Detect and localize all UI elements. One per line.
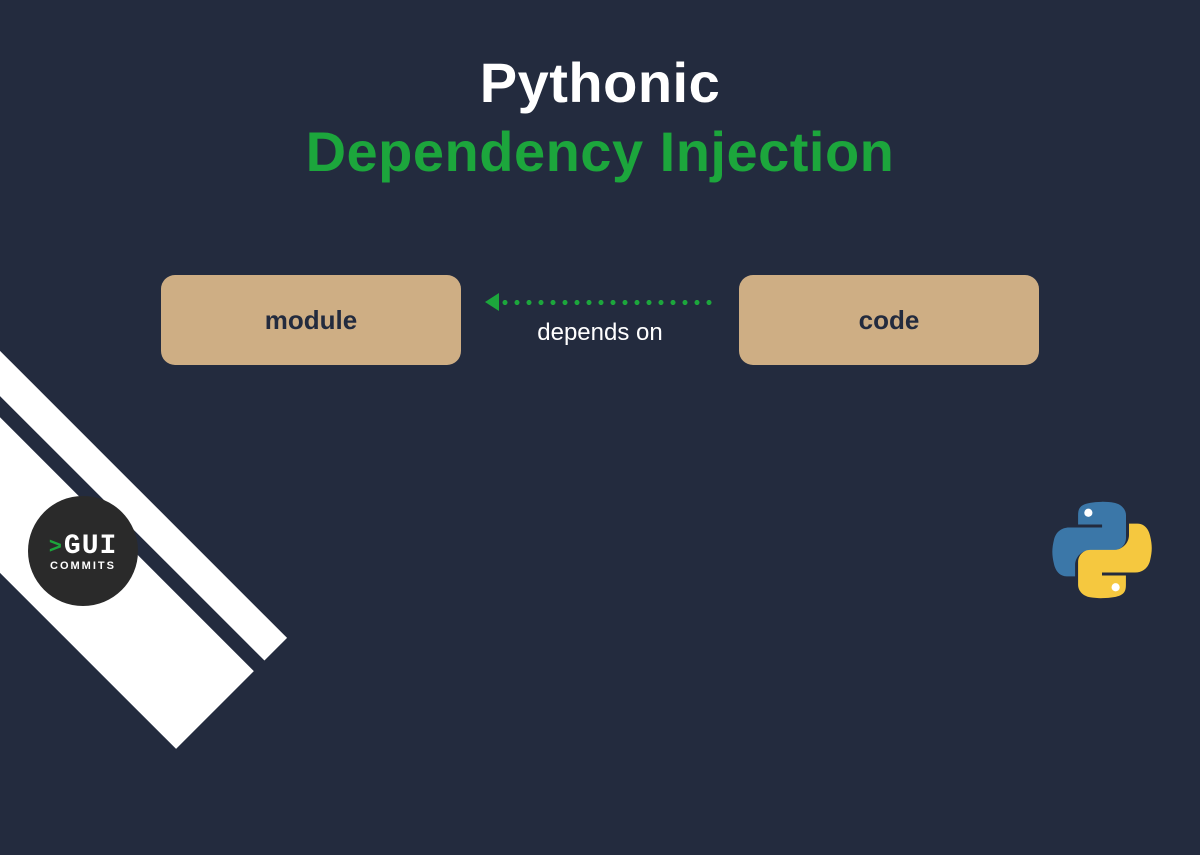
arrow-connector: depends on bbox=[485, 293, 715, 347]
connector-label: depends on bbox=[537, 319, 662, 347]
badge-top-row: > GUI bbox=[49, 531, 118, 562]
dotted-line-segment bbox=[499, 300, 715, 305]
gui-commits-badge: > GUI COMMITS bbox=[28, 496, 138, 606]
dependency-diagram: module depends on code bbox=[0, 275, 1200, 365]
arrow-left-icon bbox=[485, 293, 499, 311]
module-box: module bbox=[161, 275, 461, 365]
code-box: code bbox=[739, 275, 1039, 365]
python-logo-icon bbox=[1052, 500, 1152, 600]
dotted-arrow bbox=[485, 293, 715, 311]
title-line-1: Pythonic bbox=[0, 50, 1200, 115]
badge-main-text: GUI bbox=[64, 531, 117, 562]
module-box-label: module bbox=[265, 305, 357, 336]
prompt-icon: > bbox=[49, 535, 62, 560]
code-box-label: code bbox=[859, 305, 920, 336]
title-line-2: Dependency Injection bbox=[0, 119, 1200, 184]
title-block: Pythonic Dependency Injection bbox=[0, 0, 1200, 184]
badge-sub-text: COMMITS bbox=[50, 560, 116, 572]
